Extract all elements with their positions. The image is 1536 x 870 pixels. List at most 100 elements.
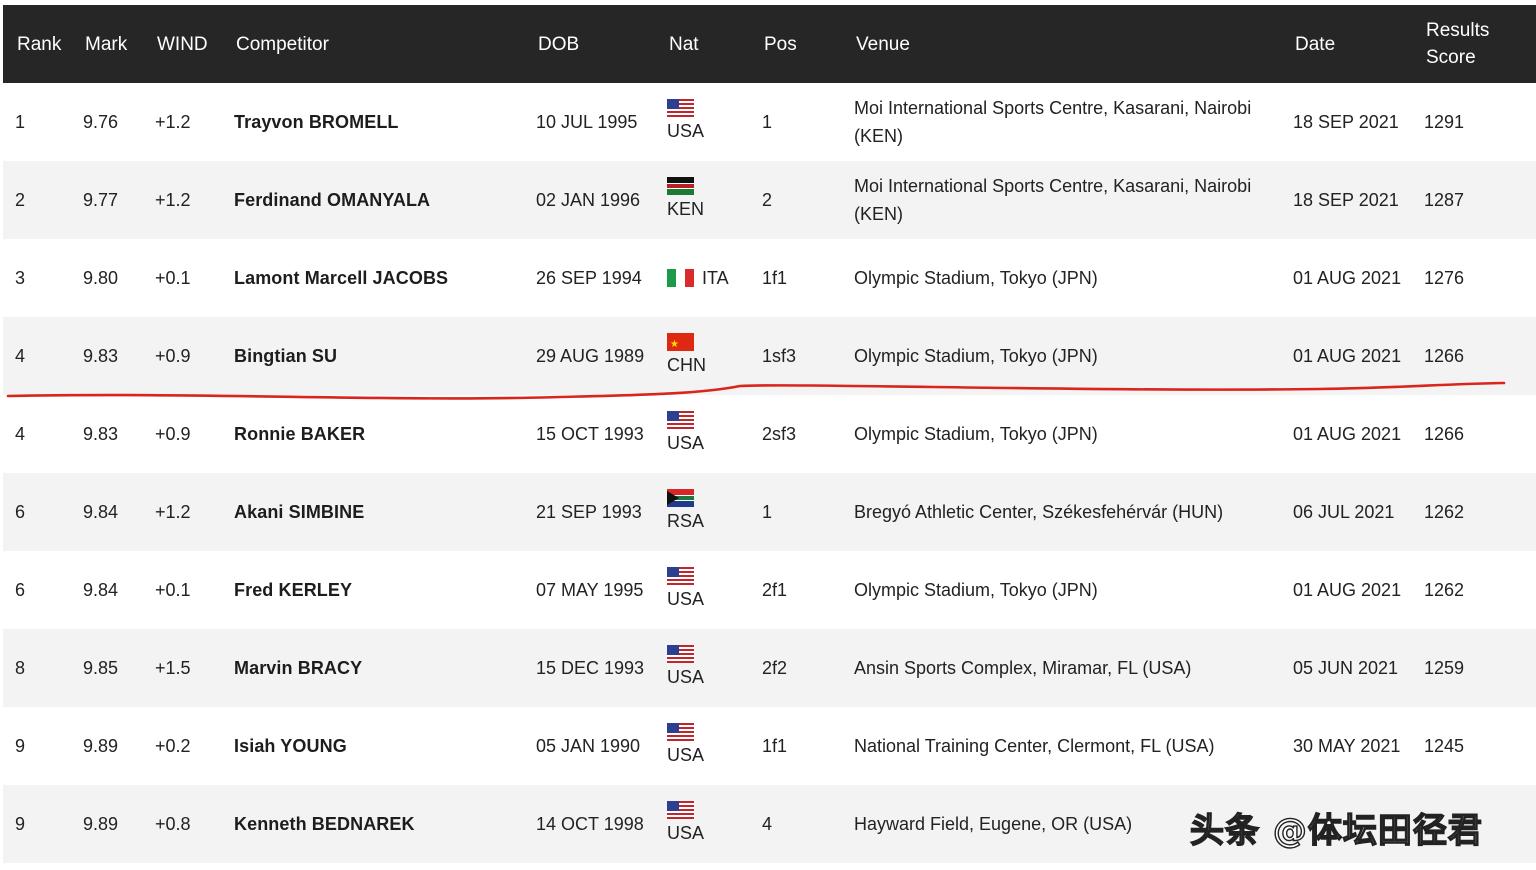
cell-dob: 05 JAN 1990 [536, 736, 641, 756]
column-header-dob[interactable]: DOB [524, 5, 655, 83]
cell-dob: 29 AUG 1989 [536, 346, 645, 366]
cell-score: 1266 [1424, 424, 1465, 444]
cell-score: 1291 [1424, 112, 1465, 132]
cell-mark: 9.85 [83, 658, 119, 678]
cell-rank: 8 [15, 658, 26, 678]
cell-venue: Olympic Stadium, Tokyo (JPN) [854, 580, 1098, 600]
column-header-competitor[interactable]: Competitor [222, 5, 524, 83]
cell-pos: 2sf3 [762, 424, 797, 444]
cell-pos: 1f1 [762, 268, 788, 288]
cell-score: 1259 [1424, 658, 1465, 678]
cell-rank: 6 [15, 502, 26, 522]
cell-competitor[interactable]: Kenneth BEDNAREK [222, 785, 524, 863]
cell-rank: 6 [15, 580, 26, 600]
cell-mark: 9.77 [83, 190, 119, 210]
cell-dob: 15 OCT 1993 [536, 424, 644, 444]
cell-venue: Olympic Stadium, Tokyo (JPN) [854, 268, 1098, 288]
ken-flag-icon [667, 177, 694, 195]
cell-competitor[interactable]: Marvin BRACY [222, 629, 524, 707]
cell-nat: USA [655, 707, 750, 785]
table-row[interactable]: 9 9.89 +0.2 Isiah YOUNG 05 JAN 1990 USA 1f1 Nat… [3, 707, 1536, 785]
table-row[interactable]: 6 9.84 +0.1 Fred KERLEY 07 MAY 1995 USA 2f1 Oly… [3, 551, 1536, 629]
cell-nat: USA [655, 785, 750, 863]
rsa-flag-icon [667, 489, 694, 507]
cell-mark: 9.80 [83, 268, 119, 288]
usa-flag-icon [667, 723, 694, 741]
cell-date: 01 AUG 2021 [1293, 580, 1402, 600]
cell-date: 05 JUN 2021 [1293, 658, 1399, 678]
cell-dob: 07 MAY 1995 [536, 580, 644, 600]
nat-code: USA [667, 589, 705, 609]
usa-flag-icon [667, 567, 694, 585]
cell-score: 1266 [1424, 346, 1465, 366]
cell-dob: 02 JAN 1996 [536, 190, 641, 210]
column-header-nat[interactable]: Nat [655, 5, 750, 83]
nat-code: KEN [667, 199, 705, 219]
cell-pos: 2 [762, 190, 773, 210]
cell-nat: USA [655, 551, 750, 629]
chn-flag-icon [667, 333, 694, 351]
nat-code: USA [667, 121, 705, 141]
cell-mark: 9.89 [83, 736, 119, 756]
cell-dob: 10 JUL 1995 [536, 112, 638, 132]
cell-mark: 9.83 [83, 424, 119, 444]
cell-score: 1245 [1424, 736, 1465, 756]
table-row[interactable]: 4 9.83 +0.9 Bingtian SU 29 AUG 1989 CHN 1sf3 Ol… [3, 317, 1536, 395]
cell-date: 01 AUG 2021 [1293, 346, 1402, 366]
nat-code: USA [667, 433, 705, 453]
cell-rank: 9 [15, 814, 26, 834]
cell-score: 1287 [1424, 190, 1465, 210]
cell-competitor[interactable]: Ferdinand OMANYALA [222, 161, 524, 239]
column-header-results-score[interactable]: Results Score [1412, 5, 1536, 83]
column-header-rank[interactable]: Rank [3, 5, 71, 83]
cell-mark: 9.84 [83, 502, 119, 522]
table-row[interactable]: 3 9.80 +0.1 Lamont Marcell JACOBS 26 SEP 199… [3, 239, 1536, 317]
nat-code: RSA [667, 511, 705, 531]
cell-pos: 1 [762, 112, 773, 132]
cell-wind: +0.9 [155, 346, 191, 366]
cell-competitor[interactable]: Fred KERLEY [222, 551, 524, 629]
column-header-mark[interactable]: Mark [71, 5, 143, 83]
cell-competitor[interactable]: Bingtian SU [222, 317, 524, 395]
cell-wind: +0.9 [155, 424, 191, 444]
column-header-date[interactable]: Date [1281, 5, 1412, 83]
cell-dob: 15 DEC 1993 [536, 658, 645, 678]
table-row[interactable]: 4 9.83 +0.9 Ronnie BAKER 15 OCT 1993 USA 2sf3 O… [3, 395, 1536, 473]
cell-score: 1262 [1424, 580, 1465, 600]
cell-competitor[interactable]: Trayvon BROMELL [222, 83, 524, 161]
cell-competitor[interactable]: Akani SIMBINE [222, 473, 524, 551]
cell-wind: +1.2 [155, 190, 191, 210]
cell-venue: Ansin Sports Complex, Miramar, FL (USA) [854, 658, 1192, 678]
cell-dob: 14 OCT 1998 [536, 814, 644, 834]
column-header-pos[interactable]: Pos [750, 5, 842, 83]
table-row[interactable]: 1 9.76 +1.2 Trayvon BROMELL 10 JUL 1995 USA 1 M… [3, 83, 1536, 161]
column-header-wind[interactable]: WIND [143, 5, 222, 83]
cell-rank: 1 [15, 112, 26, 132]
cell-score: 1262 [1424, 502, 1465, 522]
cell-nat: KEN [655, 161, 750, 239]
cell-nat: ITA [655, 239, 750, 317]
cell-venue: Bregyó Athletic Center, Székesfehérvár (… [854, 502, 1224, 522]
cell-nat: CHN [655, 317, 750, 395]
cell-venue: Olympic Stadium, Tokyo (JPN) [854, 424, 1098, 444]
cell-competitor[interactable]: Isiah YOUNG [222, 707, 524, 785]
cell-date: 06 JUL 2021 [1293, 502, 1395, 522]
cell-venue: National Training Center, Clermont, FL (… [854, 736, 1215, 756]
cell-wind: +0.2 [155, 736, 191, 756]
cell-wind: +0.8 [155, 814, 191, 834]
results-table: Rank Mark WIND Competitor DOB Nat Pos Venue Date… [3, 5, 1536, 863]
cell-wind: +1.2 [155, 112, 191, 132]
column-header-venue[interactable]: Venue [842, 5, 1281, 83]
cell-mark: 9.76 [83, 112, 119, 132]
table-row[interactable]: 6 9.84 +1.2 Akani SIMBINE 21 SEP 1993 RSA 1 Bre… [3, 473, 1536, 551]
cell-rank: 4 [15, 346, 26, 366]
cell-competitor[interactable]: Ronnie BAKER [222, 395, 524, 473]
table-row[interactable]: 8 9.85 +1.5 Marvin BRACY 15 DEC 1993 USA 2f2 An… [3, 629, 1536, 707]
table-row[interactable]: 2 9.77 +1.2 Ferdinand OMANYALA 02 JAN 1996 KE… [3, 161, 1536, 239]
cell-date: 01 AUG 2021 [1293, 424, 1402, 444]
cell-competitor[interactable]: Lamont Marcell JACOBS [222, 239, 524, 317]
cell-venue: Moi International Sports Centre, Kasaran… [854, 176, 1252, 224]
cell-wind: +1.2 [155, 502, 191, 522]
cell-pos: 1 [762, 502, 773, 522]
cell-mark: 9.89 [83, 814, 119, 834]
